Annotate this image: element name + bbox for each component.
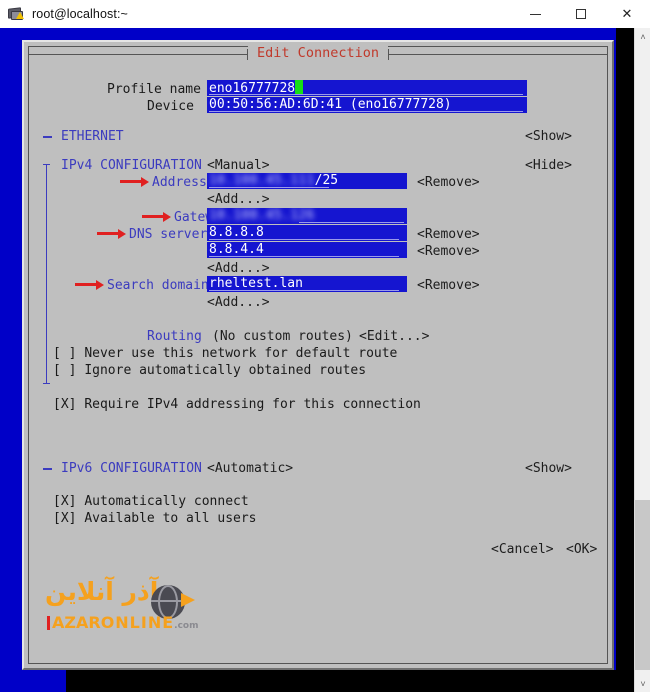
addresses-add-button[interactable]: <Add...>	[207, 191, 270, 208]
dns-server-input-2[interactable]: 8.8.4.4	[207, 242, 407, 259]
maximize-button[interactable]	[558, 0, 604, 28]
device-input[interactable]: 00:50:56:AD:6D:41 (eno16777728)	[207, 97, 527, 114]
ignore-auto-routes-label: Ignore automatically obtained routes	[84, 363, 367, 378]
window-scrollbar[interactable]: ˄ ˅	[634, 28, 650, 692]
auto-connect-state: [X]	[53, 494, 77, 509]
ipv4-bracket-foot	[43, 383, 50, 384]
annotation-arrow-dns	[97, 228, 126, 239]
ethernet-show-button[interactable]: <Show>	[525, 128, 572, 145]
addresses-prefix: /25	[314, 173, 339, 188]
auto-connect-label: Automatically connect	[84, 494, 249, 509]
never-default-route-label: Never use this network for default route	[84, 346, 398, 361]
routing-edit-button[interactable]: <Edit...>	[359, 328, 429, 345]
addresses-value: 10.100.45.111	[209, 173, 315, 188]
routing-label: Routing	[147, 329, 202, 344]
never-default-route-state: [ ]	[53, 346, 77, 361]
ipv6-method-select[interactable]: <Automatic>	[207, 460, 293, 477]
putty-terminal-icon	[7, 5, 25, 23]
dialog-title-bar: Edit Connection	[29, 45, 608, 62]
annotation-arrow-search-domains	[75, 279, 104, 290]
search-domains-remove-button[interactable]: <Remove>	[417, 277, 480, 294]
search-domains-label: Search domains	[107, 278, 217, 293]
ethernet-collapse-marker[interactable]	[43, 136, 52, 138]
window-title: root@localhost:~	[32, 7, 128, 21]
ok-button[interactable]: <OK>	[566, 541, 597, 558]
dns-servers-label: DNS servers	[129, 227, 216, 242]
minimize-button[interactable]	[512, 0, 558, 28]
addresses-remove-button[interactable]: <Remove>	[417, 174, 480, 191]
search-domains-add-button[interactable]: <Add...>	[207, 294, 270, 311]
annotation-arrow-gateway	[142, 211, 171, 222]
require-ipv4-checkbox[interactable]: [X] Require IPv4 addressing for this con…	[53, 396, 421, 413]
dns-value-1: 8.8.8.8	[209, 225, 264, 240]
ipv6-collapse-marker[interactable]	[43, 468, 52, 470]
edit-connection-dialog: Edit Connection Profile name eno16777728…	[22, 40, 614, 670]
never-default-route-checkbox[interactable]: [ ] Never use this network for default r…	[53, 345, 397, 362]
profile-name-input[interactable]: eno16777728	[207, 80, 527, 97]
ignore-auto-routes-checkbox[interactable]: [ ] Ignore automatically obtained routes	[53, 362, 366, 379]
all-users-label: Available to all users	[84, 511, 257, 526]
swoosh-icon	[181, 593, 195, 607]
all-users-checkbox[interactable]: [X] Available to all users	[53, 510, 257, 527]
dns-value-2: 8.8.4.4	[209, 242, 264, 257]
profile-name-label: Profile name	[107, 82, 201, 97]
require-ipv4-state: [X]	[53, 397, 77, 412]
annotation-arrow-addresses	[120, 176, 149, 187]
text-cursor	[295, 80, 304, 94]
watermark-wordmark: AZARONLINE.com	[47, 614, 198, 635]
dialog-body: Profile name eno16777728 Device 00:50:56…	[29, 63, 607, 663]
close-button[interactable]: ✕	[604, 0, 650, 28]
terminal-background-bottom	[66, 670, 634, 692]
gateway-input[interactable]: 10.100.45.126	[207, 208, 407, 225]
device-label: Device	[147, 99, 194, 114]
dns-add-button[interactable]: <Add...>	[207, 260, 270, 277]
watermark-azar: AZAR	[52, 613, 101, 632]
ipv4-method-select[interactable]: <Manual>	[207, 157, 270, 174]
window-titlebar: root@localhost:~ ✕	[0, 0, 650, 28]
routing-value: (No custom routes)	[212, 329, 353, 344]
ipv6-show-button[interactable]: <Show>	[525, 460, 572, 477]
search-domains-input[interactable]: rheltest.lan	[207, 276, 407, 293]
ipv6-section-label: IPv6 CONFIGURATION	[61, 461, 202, 476]
ipv4-section-bracket	[46, 164, 47, 383]
scroll-up-arrow-icon[interactable]: ˄	[635, 28, 650, 45]
all-users-state: [X]	[53, 511, 77, 526]
scroll-down-arrow-icon[interactable]: ˅	[635, 675, 650, 692]
dns-remove-button-1[interactable]: <Remove>	[417, 226, 480, 243]
gateway-value: 10.100.45.126	[209, 208, 315, 223]
dialog-title: Edit Connection	[248, 45, 388, 61]
scrollbar-thumb[interactable]	[635, 500, 650, 670]
azaronline-watermark: آذر آنلاین AZARONLINE.com	[43, 577, 203, 639]
ethernet-section-label: ETHERNET	[61, 129, 124, 144]
putty-window: root@localhost:~ ✕ Edit Connection Profi…	[0, 0, 650, 692]
cancel-button[interactable]: <Cancel>	[491, 541, 554, 558]
terminal-canvas: Edit Connection Profile name eno16777728…	[0, 28, 634, 692]
dns-server-input-1[interactable]: 8.8.8.8	[207, 225, 407, 242]
auto-connect-checkbox[interactable]: [X] Automatically connect	[53, 493, 249, 510]
search-domains-value: rheltest.lan	[209, 276, 303, 291]
dns-remove-button-2[interactable]: <Remove>	[417, 243, 480, 260]
watermark-com: .com	[174, 621, 199, 631]
watermark-online: ONLINE	[100, 613, 175, 632]
device-value: 00:50:56:AD:6D:41 (eno16777728)	[209, 97, 452, 112]
addresses-input[interactable]: 10.100.45.111/25	[207, 173, 407, 190]
terminal-background-right	[616, 28, 634, 692]
dialog-inner-frame: Edit Connection Profile name eno16777728…	[28, 45, 608, 664]
require-ipv4-label: Require IPv4 addressing for this connect…	[84, 397, 421, 412]
ipv4-section-label: IPv4 CONFIGURATION	[61, 158, 202, 173]
watermark-persian-text: آذر آنلاین	[45, 577, 159, 606]
window-controls: ✕	[512, 0, 650, 28]
ignore-auto-routes-state: [ ]	[53, 363, 77, 378]
ipv4-hide-button[interactable]: <Hide>	[525, 157, 572, 174]
